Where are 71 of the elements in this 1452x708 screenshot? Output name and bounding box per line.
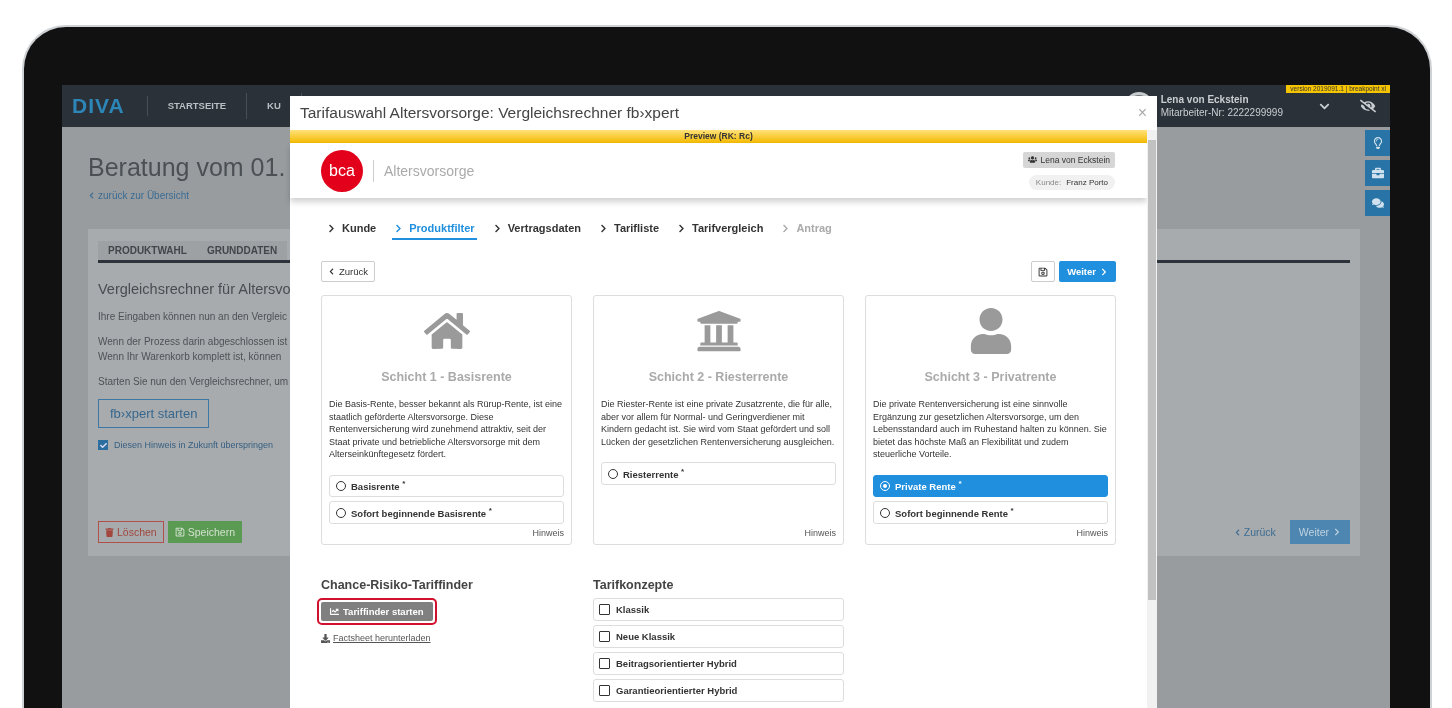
download-icon — [321, 633, 330, 643]
card-title: Schicht 2 - Riesterrente — [647, 370, 790, 384]
card-description: Die Basis-Rente, besser bekannt als Rürup-Rente, ist eine staatlich geförderte Altersvorsorge. Diese Rentenversicherung wird zunehmend attraktiv, seit der Staat private und betriebliche Altersvorsorge mit dem Alterseinkünftegesetz fördert. — [329, 398, 564, 461]
chevron-right-icon — [394, 223, 404, 233]
radio-option[interactable]: Sofort beginnende Rente $^{*}$ — [873, 501, 1108, 524]
checkbox-option[interactable]: Klassik — [593, 598, 844, 621]
checkbox[interactable] — [599, 631, 610, 642]
checkbox[interactable] — [599, 658, 610, 669]
checkbox[interactable] — [599, 685, 610, 696]
line-chart-icon — [330, 607, 339, 616]
paragraph: Ihre Eingaben können nun an den Vergleic — [98, 310, 288, 324]
factsheet-link[interactable]: Factsheet herunterladen — [321, 633, 572, 643]
checkbox[interactable] — [599, 604, 610, 615]
hint-link[interactable]: Hinweis — [532, 528, 564, 538]
chevron-right-icon — [1100, 267, 1108, 276]
chevron-left-icon — [88, 192, 95, 199]
lightbulb-icon[interactable] — [1365, 130, 1390, 156]
card-description: Die private Rentenversicherung ist eine sinnvolle Ergänzung zur gesetzlichen Altersvorsorge, um den Lebensstandard auch im Ruhestand halten zu können. Sie bietet das höchste Maß an Flexibilität und zudem steuerliche Vorteile. — [873, 398, 1108, 461]
section-heading: Chance-Risiko-Tariffinder — [321, 578, 474, 592]
section-heading: Tarifkonzepte — [593, 578, 675, 592]
back-button[interactable]: Zurück — [321, 261, 376, 282]
step-tab[interactable]: Vertragsdaten — [490, 222, 583, 240]
dialog-title: Tarifauswahl Altersvorsorge: Vergleichsrechner fb›xpert — [300, 104, 680, 122]
section-title: Altersvorsorge — [373, 159, 475, 182]
checkbox-option[interactable]: Neue Klassik — [593, 625, 844, 648]
chevron-right-icon — [327, 223, 336, 233]
chevron-right-icon — [781, 223, 791, 233]
card-title: Schicht 1 - Basisrente — [380, 370, 513, 384]
checkbox-option[interactable]: Beitragsorientierter Hybrid — [593, 652, 844, 675]
hint-link[interactable]: Hinweis — [1076, 528, 1108, 538]
trash-icon — [105, 527, 114, 537]
nav-item[interactable]: STARTSEITE — [147, 93, 248, 119]
paragraph: Starten Sie nun den Vergleichsrechner, um — [98, 375, 289, 389]
radio-option[interactable]: Riesterrente $^{*}$ — [601, 462, 836, 485]
advisor-badge: Lena von Eckstein — [1022, 151, 1115, 168]
radio-option[interactable]: Sofort beginnende Basisrente $^{*}$ — [329, 501, 564, 524]
logo: bca — [321, 149, 363, 192]
tab[interactable]: PRODUKTWAHL — [98, 241, 197, 260]
chevron-right-icon — [677, 223, 687, 233]
radio-option[interactable]: Basisrente $^{*}$ — [329, 474, 564, 498]
step-tab[interactable]: Tarifliste — [597, 222, 662, 240]
save-button[interactable] — [1031, 261, 1056, 282]
eye-slash-icon[interactable] — [1360, 98, 1376, 114]
preview-banner: Preview (RK: Rc) — [290, 130, 1147, 143]
section-heading: Vergleichsrechner für Altersvo — [98, 281, 291, 297]
check-icon — [99, 441, 107, 449]
tab[interactable]: GRUNDDATEN — [196, 241, 288, 260]
step-tab[interactable]: Kunde — [325, 222, 379, 240]
customer-badge: Kunde: Franz Porto — [1028, 174, 1115, 190]
checkbox-option[interactable]: Garantieorientierter Hybrid — [593, 679, 844, 702]
paragraph: Wenn der Prozess darin abgeschlossen ist Wenn Ihr Warenkorb komplett ist, können — [98, 335, 288, 364]
bank-icon — [695, 308, 742, 354]
scrollbar[interactable] — [1147, 130, 1157, 708]
employee-number: Mitarbeiter-Nr: 2222299999 — [1160, 106, 1283, 119]
chat-icon[interactable] — [1365, 190, 1390, 216]
user-name: Lena von Eckstein — [1160, 93, 1249, 106]
checkbox-label: Diesen Hinweis in Zukunft überspringen — [114, 440, 274, 450]
chevron-left-icon — [328, 268, 335, 275]
chevron-right-icon — [599, 223, 608, 233]
chevron-right-icon — [1333, 528, 1341, 536]
chevron-left-icon — [1233, 528, 1241, 536]
card-title: Schicht 3 - Privatrente — [923, 370, 1058, 384]
hint-link[interactable]: Hinweis — [804, 528, 836, 538]
checkbox[interactable] — [98, 440, 108, 450]
briefcase-icon[interactable] — [1365, 160, 1390, 186]
card-description: Die Riester-Rente ist eine private Zusatzrente, die für alle, aber vor allem für Normal- und Geringverdiener mit Kindern gedacht ist. Sie wird vom Staat gefördert und soll Lücken der gesetzlichen Rentenversicherung ausgleichen. — [601, 398, 836, 448]
step-tab[interactable]: Tarifvergleich — [675, 222, 766, 240]
chevron-right-icon — [492, 223, 502, 233]
users-icon — [1027, 155, 1037, 164]
page-title: Beratung vom 01. — [88, 153, 286, 182]
tariff-finder-button[interactable]: Tariffinder starten — [321, 602, 433, 621]
